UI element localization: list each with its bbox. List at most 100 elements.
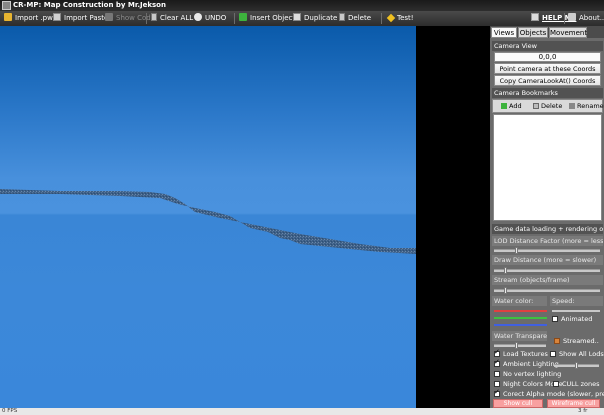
land-mass xyxy=(0,189,416,254)
camera-bookmarks-header: Camera Bookmarks xyxy=(492,88,603,98)
ambient-lighting-slider[interactable] xyxy=(554,362,599,369)
slider-thumb[interactable] xyxy=(504,267,507,274)
slider-thumb[interactable] xyxy=(515,247,518,254)
fps-status: 0 FPS xyxy=(2,408,18,414)
load-textures-checkbox[interactable]: Load Textures xyxy=(494,348,548,359)
game-data-header: Game data loading + rendering options xyxy=(492,224,603,234)
about-button[interactable]: About... xyxy=(566,12,604,25)
cull-zones-checkbox[interactable]: CULL zones xyxy=(553,380,600,389)
delete-label: Delete xyxy=(348,14,371,22)
checkbox-box[interactable] xyxy=(494,371,500,377)
import-paste-button[interactable]: Import Paste xyxy=(51,12,110,25)
water-red-slider[interactable] xyxy=(494,310,547,312)
toolbar-separator xyxy=(146,13,147,24)
water-transparency-slider[interactable] xyxy=(494,342,546,349)
camera-view-header: Camera View xyxy=(492,41,603,51)
about-label: About... xyxy=(579,14,604,22)
info-icon xyxy=(568,13,576,21)
water-green-slider[interactable] xyxy=(494,317,547,319)
rename-bookmark-label: Rename xyxy=(577,102,604,110)
toolbar-separator xyxy=(381,13,382,24)
slider-thumb[interactable] xyxy=(515,342,518,349)
clear-all-label: Clear ALL xyxy=(160,14,194,22)
wireframe-cull-button[interactable]: Wireframe cull xyxy=(547,399,600,408)
tab-views[interactable]: Views xyxy=(491,27,517,38)
load-textures-label: Load Textures xyxy=(503,350,548,358)
stream-slider[interactable] xyxy=(494,287,600,294)
help-icon xyxy=(531,13,539,21)
animated-checkbox[interactable]: Animated xyxy=(552,315,592,324)
app-icon xyxy=(2,1,11,10)
show-all-lods-checkbox[interactable]: Show All Lods xyxy=(550,350,604,359)
right-panel: Views Objects Movement Camera View 0,0,0… xyxy=(490,26,604,408)
correct-alpha-label: Corect Alpha mode (slower, prettier) xyxy=(503,390,604,398)
checkbox-box[interactable] xyxy=(553,381,559,387)
lightning-icon xyxy=(386,13,396,23)
rename-bookmark-button[interactable]: Rename xyxy=(569,102,604,111)
ambient-lighting-checkbox[interactable]: Ambient Lighting xyxy=(494,358,559,369)
code-icon xyxy=(105,13,113,21)
duplicate-label: Duplicate xyxy=(304,14,338,22)
show-cull-button[interactable]: Show cull xyxy=(493,399,543,408)
cull-zones-label: CULL zones xyxy=(562,380,600,388)
bookmarks-list[interactable] xyxy=(493,114,602,221)
slider-thumb[interactable] xyxy=(504,287,507,294)
import-icon xyxy=(4,13,12,21)
speed-label: Speed: xyxy=(550,296,603,306)
checkbox-box[interactable] xyxy=(550,351,556,357)
delete-bookmark-button[interactable]: Delete xyxy=(533,102,562,111)
window-title: CR-MP: Map Construction by Mr.Jekson xyxy=(13,1,166,9)
checkbox-box[interactable] xyxy=(552,316,558,322)
camera-coords-field[interactable]: 0,0,0 xyxy=(494,52,601,62)
clear-all-button[interactable]: Clear ALL xyxy=(149,12,195,25)
checkbox-box[interactable] xyxy=(494,348,500,357)
3d-viewport[interactable] xyxy=(0,26,490,408)
copy-lookat-button[interactable]: Copy CameraLookAt() Coords xyxy=(494,75,601,86)
water-blue-slider[interactable] xyxy=(494,324,547,326)
ambient-lighting-label: Ambient Lighting xyxy=(503,360,559,368)
checkbox-box[interactable] xyxy=(494,381,500,387)
speed-slider[interactable] xyxy=(552,310,600,312)
toolbar: Import .pwn Import Paste Show Code Clear… xyxy=(0,11,604,26)
lod-distance-slider[interactable] xyxy=(494,247,600,254)
add-bookmark-button[interactable]: Add xyxy=(501,102,522,111)
tab-movement[interactable]: Movement xyxy=(549,27,587,38)
paste-icon xyxy=(53,13,61,21)
plus-icon xyxy=(239,13,247,21)
trash-icon xyxy=(339,13,345,21)
show-all-lods-label: Show All Lods xyxy=(559,350,604,358)
duplicate-icon xyxy=(293,13,301,21)
title-bar: CR-MP: Map Construction by Mr.Jekson xyxy=(0,0,604,11)
water-color-label: Water color: xyxy=(492,296,547,306)
plus-icon xyxy=(501,103,507,109)
import-paste-label: Import Paste xyxy=(64,14,109,22)
delete-button[interactable]: Delete xyxy=(337,12,373,25)
trash-icon xyxy=(151,13,157,21)
point-camera-button[interactable]: Point camera at these Coords xyxy=(494,63,601,74)
add-bookmark-label: Add xyxy=(509,102,522,110)
undo-button[interactable]: UNDO xyxy=(192,12,228,25)
delete-bookmark-label: Delete xyxy=(541,102,563,110)
slider-thumb[interactable] xyxy=(575,362,578,369)
undo-icon xyxy=(194,13,202,21)
insert-object-label: Insert Object xyxy=(250,14,296,22)
lod-distance-label: LOD Distance Factor (more = less LODs) xyxy=(492,236,603,246)
correct-alpha-checkbox[interactable]: Corect Alpha mode (slower, prettier) xyxy=(494,388,604,399)
tab-objects[interactable]: Objects xyxy=(518,27,548,38)
viewport-black-bar xyxy=(416,26,490,408)
no-vertex-lighting-checkbox[interactable]: No vertex lighting xyxy=(494,370,561,379)
duplicate-button[interactable]: Duplicate xyxy=(291,12,339,25)
streamed-label: Streamed.. xyxy=(563,337,599,345)
toolbar-separator xyxy=(234,13,235,24)
test-button[interactable]: Test! xyxy=(386,12,416,25)
draw-distance-slider[interactable] xyxy=(494,267,600,274)
checkbox-box[interactable] xyxy=(494,358,500,367)
checkbox-box[interactable] xyxy=(494,388,500,397)
insert-object-button[interactable]: Insert Object xyxy=(237,12,297,25)
toolbar-separator xyxy=(564,13,565,24)
streamed-button[interactable]: Streamed.. xyxy=(554,337,599,346)
panel-tabs: Views Objects Movement xyxy=(490,26,604,38)
undo-label: UNDO xyxy=(205,14,227,22)
rename-icon xyxy=(569,103,575,109)
bookmarks-toolbar: Add Delete Rename xyxy=(492,99,604,113)
